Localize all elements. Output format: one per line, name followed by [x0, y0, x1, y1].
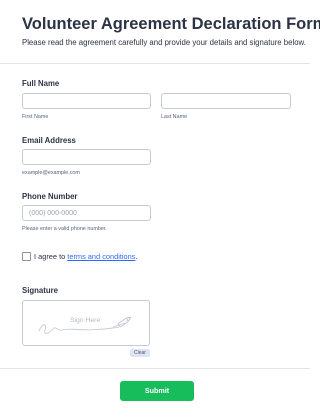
signature-pad[interactable]: Sign Here [22, 300, 150, 346]
pen-icon [117, 316, 132, 328]
form-header: Volunteer Agreement Declaration Form Ple… [22, 14, 320, 48]
phone-sublabel: Please enter a valid phone number. [22, 226, 107, 232]
terms-text: I agree to [34, 252, 68, 261]
first-name-input[interactable] [22, 93, 151, 109]
clear-signature-button[interactable]: Clear [130, 349, 150, 357]
header-divider [0, 63, 310, 64]
email-label: Email Address [22, 136, 76, 145]
terms-agreement-text: I agree to terms and conditions. [34, 252, 138, 261]
first-name-sublabel: First Name [22, 114, 49, 120]
email-input[interactable] [22, 149, 151, 165]
form-subtitle: Please read the agreement carefully and … [22, 38, 306, 47]
form-title: Volunteer Agreement Declaration Form [22, 15, 320, 33]
signature-hint: Sign Here [70, 317, 101, 324]
terms-checkbox[interactable] [22, 252, 31, 261]
phone-input[interactable] [22, 205, 151, 221]
full-name-label: Full Name [22, 79, 60, 88]
signature-label: Signature [22, 286, 58, 295]
email-sublabel: example@example.com [22, 170, 80, 176]
last-name-input[interactable] [161, 93, 291, 109]
terms-suffix: . [135, 252, 138, 261]
footer-divider [0, 368, 310, 369]
last-name-sublabel: Last Name [161, 114, 188, 120]
phone-label: Phone Number [22, 192, 78, 201]
terms-link[interactable]: terms and conditions [67, 252, 135, 261]
submit-button[interactable]: Submit [120, 381, 194, 401]
signature-scribble-icon [38, 316, 132, 334]
